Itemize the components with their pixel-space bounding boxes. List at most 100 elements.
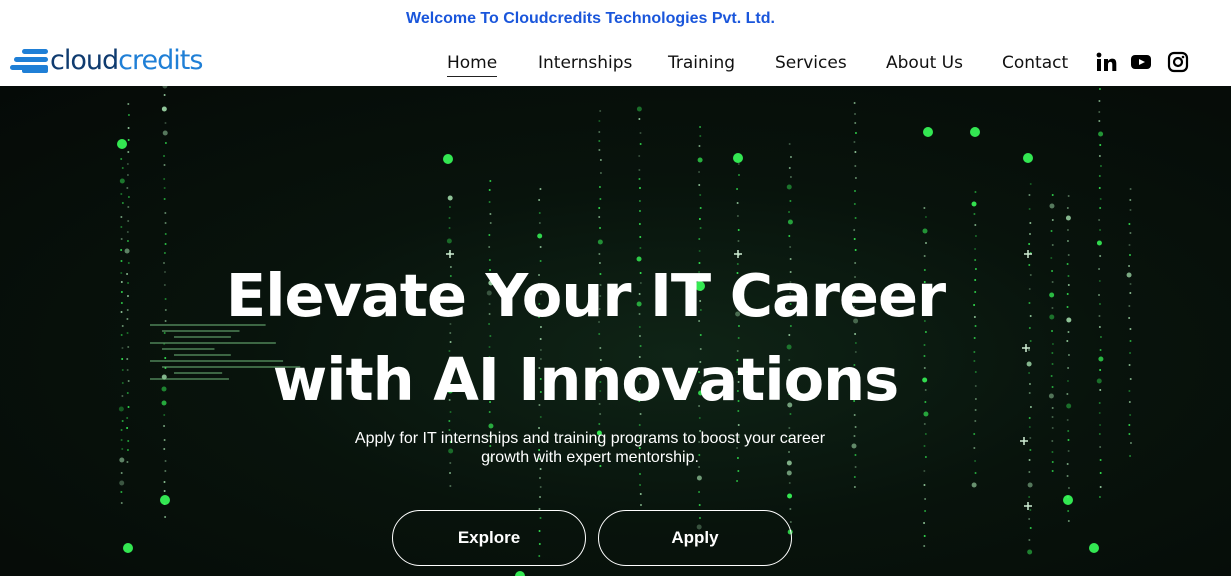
bg-dot xyxy=(786,470,792,476)
bg-dot xyxy=(164,470,167,472)
bg-dot xyxy=(163,94,166,96)
bg-dot xyxy=(489,213,492,215)
bg-dot xyxy=(1067,450,1070,452)
bg-dot xyxy=(126,163,129,165)
bg-dot xyxy=(1098,100,1101,102)
bg-dot xyxy=(974,191,977,193)
bg-dot xyxy=(1051,451,1054,453)
bg-dot xyxy=(924,433,927,435)
bg-dot xyxy=(162,130,168,136)
bg-dot xyxy=(127,127,130,129)
bg-dot xyxy=(638,223,641,225)
youtube-icon[interactable] xyxy=(1130,51,1152,73)
bg-plus-mark xyxy=(1024,502,1032,510)
bg-dot xyxy=(736,480,739,482)
bg-dot xyxy=(787,219,793,225)
bg-dot xyxy=(126,449,129,451)
bg-dot xyxy=(922,228,928,234)
nav-training[interactable]: Training xyxy=(668,52,735,74)
apply-button[interactable]: Apply xyxy=(598,510,792,566)
bg-dot xyxy=(1099,424,1102,426)
bg-dot xyxy=(1098,175,1101,177)
bg-dot xyxy=(923,207,926,209)
instagram-icon[interactable] xyxy=(1167,51,1189,73)
bg-dot xyxy=(164,460,167,462)
bg-dot xyxy=(446,238,452,244)
bg-dot xyxy=(1099,144,1102,146)
bg-dot xyxy=(1098,88,1101,90)
bg-dot xyxy=(854,426,857,428)
bg-dot xyxy=(120,249,123,251)
bg-dot xyxy=(1051,194,1054,196)
bg-dot xyxy=(1129,199,1132,201)
bg-dot xyxy=(121,448,124,450)
bg-dot xyxy=(449,472,452,474)
bg-dot xyxy=(1099,207,1102,209)
bg-dot xyxy=(1129,209,1132,211)
bg-dot xyxy=(1028,459,1031,461)
bg-dot xyxy=(1066,475,1069,477)
bg-dot xyxy=(854,177,857,179)
bg-dot xyxy=(539,486,542,488)
bg-dot xyxy=(1128,424,1131,426)
bg-dot xyxy=(788,235,791,237)
bg-glow-dot xyxy=(1023,153,1033,163)
bg-dot xyxy=(1098,433,1101,435)
bg-dot xyxy=(924,510,927,512)
bg-dot xyxy=(853,486,856,488)
bg-dot xyxy=(163,187,166,189)
bg-dot xyxy=(789,246,792,248)
bg-dot xyxy=(1051,244,1054,246)
main-nav: Home Internships Training Services About… xyxy=(0,38,1231,86)
bg-dot xyxy=(1029,183,1032,185)
nav-contact[interactable]: Contact xyxy=(1002,52,1068,74)
bg-dot xyxy=(1096,240,1102,246)
bg-dot xyxy=(638,473,641,475)
nav-home[interactable]: Home xyxy=(447,52,498,77)
hero-section: Elevate Your IT Career with AI Innovatio… xyxy=(0,86,1231,576)
bg-dot xyxy=(1065,215,1071,221)
linkedin-icon[interactable] xyxy=(1095,51,1117,73)
bg-dot xyxy=(924,456,927,458)
bg-dot xyxy=(598,120,601,122)
bg-dot xyxy=(699,207,702,209)
nav-about-us[interactable]: About Us xyxy=(886,52,963,74)
bg-dot xyxy=(539,468,542,470)
bg-dot xyxy=(924,498,927,500)
bg-dot xyxy=(164,142,167,144)
bg-dot xyxy=(1029,449,1032,451)
bg-dot xyxy=(126,187,129,189)
bg-glow-dot xyxy=(160,495,170,505)
bg-dot xyxy=(1027,549,1033,555)
bg-dot xyxy=(1028,426,1031,428)
bg-dot xyxy=(698,218,701,220)
bg-dot xyxy=(163,439,166,441)
bg-dot xyxy=(127,139,130,141)
bg-dot xyxy=(127,114,130,116)
bg-dot xyxy=(1028,471,1031,473)
bg-dot xyxy=(923,535,926,537)
bg-dot xyxy=(1129,188,1132,190)
bg-dot xyxy=(126,427,129,429)
bg-dot xyxy=(974,235,977,237)
site-header: cloudcredits Home Internships Training S… xyxy=(0,38,1231,86)
bg-glow-dot xyxy=(1063,495,1073,505)
bg-dot xyxy=(1029,509,1032,511)
bg-dot xyxy=(923,484,926,486)
bg-dot xyxy=(1129,455,1132,457)
bg-dot xyxy=(639,247,642,249)
bg-dot xyxy=(119,480,125,486)
bg-dot xyxy=(127,206,130,208)
bg-dot xyxy=(1028,243,1031,245)
bg-dot xyxy=(1028,208,1031,210)
nav-internships[interactable]: Internships xyxy=(538,52,632,74)
bg-dot xyxy=(120,158,123,160)
bg-dot xyxy=(489,222,492,224)
bg-dot xyxy=(699,135,702,137)
nav-services[interactable]: Services xyxy=(775,52,847,74)
bg-dot xyxy=(120,502,123,504)
bg-dot xyxy=(598,131,601,133)
bg-dot xyxy=(853,102,856,104)
explore-button[interactable]: Explore xyxy=(392,510,586,566)
bg-dot xyxy=(638,178,641,180)
